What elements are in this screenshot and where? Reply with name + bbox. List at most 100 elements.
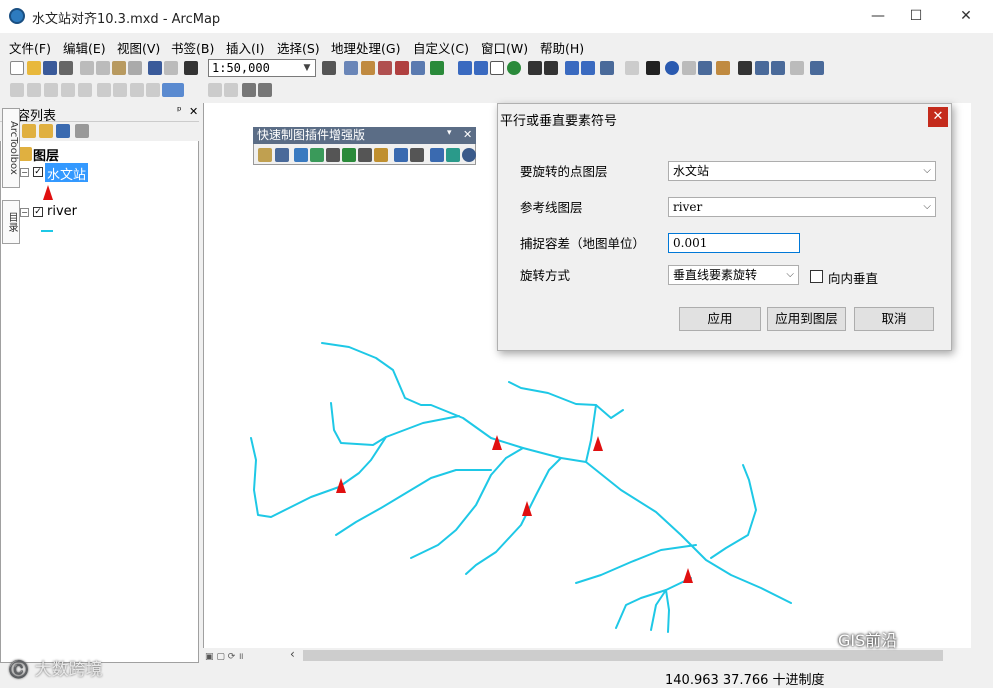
toc-layer-river[interactable]: river [47,204,77,219]
menu-view[interactable]: 视图(V) [117,38,160,57]
point-layer-select[interactable]: 水文站 ⌵ [668,161,936,181]
toc-root-layers[interactable]: 图层 [33,145,59,164]
back-extent-icon[interactable] [565,61,579,75]
dialog-close-button[interactable]: ✕ [928,107,948,127]
list-by-visibility-icon[interactable] [39,124,53,138]
select-elements-icon[interactable] [646,61,660,75]
quick-mapping-toolbar-title[interactable]: 快速制图插件增强版 [253,127,476,144]
layer-visibility-checkbox[interactable]: ✓ [33,167,43,177]
plugin-tool-icon[interactable] [410,148,424,162]
ref-layer-select[interactable]: river ⌵ [668,197,936,217]
tab-arctoolbox[interactable]: ArcToolbox [2,108,20,188]
find-binoculars-icon[interactable] [738,61,752,75]
toolbar-close-icon[interactable]: ✕ [463,128,472,141]
delete-icon[interactable] [128,61,142,75]
copy-icon[interactable] [96,61,110,75]
menu-selection[interactable]: 选择(S) [277,38,320,57]
plugin-tool-icon[interactable] [462,148,476,162]
search-window-icon[interactable] [395,61,409,75]
fixed-zoom-in-icon[interactable] [528,61,542,75]
plugin-tool-icon[interactable] [358,148,372,162]
layout-tool2-icon[interactable] [258,83,272,97]
clear-selection-icon[interactable] [625,61,639,75]
plugin-tool-icon[interactable] [275,148,289,162]
measure-icon[interactable] [716,61,730,75]
fixed-zoom-out-icon[interactable] [544,61,558,75]
plugin-tool-icon[interactable] [294,148,308,162]
plugin-tool-icon[interactable] [446,148,460,162]
snap-vertex-icon[interactable] [27,83,41,97]
view-switch-icons[interactable]: ▣ ▢ ⟳ ॥ [205,649,285,662]
menu-customize[interactable]: 自定义(C) [413,38,469,57]
layout-page-icon[interactable] [208,83,222,97]
scroll-left-icon[interactable]: ‹ [290,647,295,661]
inward-checkbox[interactable] [810,270,823,283]
snap-point-icon[interactable] [78,83,92,97]
plugin-tool-icon[interactable] [342,148,356,162]
html-popup-icon[interactable] [698,61,712,75]
layout-extent-icon[interactable] [130,83,144,97]
layout-pan-icon[interactable] [113,83,127,97]
zoom-out-icon[interactable] [474,61,488,75]
layout-zoom-percent-icon[interactable] [162,83,184,97]
plugin-tool-icon[interactable] [374,148,388,162]
plugin-tool-icon[interactable] [326,148,340,162]
menu-help[interactable]: 帮助(H) [540,38,584,57]
expand-layer-icon[interactable]: − [20,168,29,177]
find-route-icon[interactable] [755,61,769,75]
add-data-icon[interactable] [184,61,198,75]
pin-icon[interactable]: ᵖ [177,104,182,117]
toc-layer-stations[interactable]: 水文站 [45,163,89,183]
pan-hand-icon[interactable] [490,61,504,75]
layout-actual-icon[interactable] [146,83,160,97]
select-features-icon[interactable] [600,61,614,75]
menu-windows[interactable]: 窗口(W) [481,38,528,57]
menu-edit[interactable]: 编辑(E) [63,38,106,57]
snap-icon[interactable] [10,83,24,97]
viewer-window-icon[interactable] [810,61,824,75]
plugin-tool-icon[interactable] [310,148,324,162]
tolerance-input[interactable]: 0.001 [668,233,800,253]
model-builder-icon[interactable] [430,61,444,75]
plugin-tool-icon[interactable] [394,148,408,162]
redo-icon[interactable] [164,61,178,75]
menu-geoprocessing[interactable]: 地理处理(G) [331,38,400,57]
menu-insert[interactable]: 插入(I) [226,38,264,57]
list-by-source-icon[interactable] [22,124,36,138]
cut-icon[interactable] [80,61,94,75]
menu-file[interactable]: 文件(F) [9,38,51,57]
scroll-thumb[interactable] [303,650,943,661]
toc-close-icon[interactable]: ✕ [189,105,198,118]
chevron-down-icon[interactable]: ▼ [300,60,314,76]
cancel-button[interactable]: 取消 [854,307,934,331]
apply-button[interactable]: 应用 [679,307,761,331]
layout-zoom-icon[interactable] [97,83,111,97]
time-slider-icon[interactable] [790,61,804,75]
layout-tool-icon[interactable] [242,83,256,97]
identify-icon[interactable] [665,61,679,75]
toolbox-icon[interactable] [378,61,392,75]
table-icon[interactable] [344,61,358,75]
plugin-tool-icon[interactable] [430,148,444,162]
menu-bookmarks[interactable]: 书签(B) [171,38,214,57]
goto-xy-icon[interactable] [771,61,785,75]
print-icon[interactable] [59,61,73,75]
tab-catalog[interactable]: 目录 [2,200,20,244]
list-by-selection-icon[interactable] [56,124,70,138]
expand-layer-icon[interactable]: − [20,208,29,217]
layout-page2-icon[interactable] [224,83,238,97]
layer-visibility-checkbox[interactable]: ✓ [33,207,43,217]
undo-icon[interactable] [148,61,162,75]
forward-extent-icon[interactable] [581,61,595,75]
catalog-icon[interactable] [361,61,375,75]
editor-icon[interactable] [322,61,336,75]
open-folder-icon[interactable] [27,61,41,75]
snap-edge-icon[interactable] [44,83,58,97]
new-document-icon[interactable] [10,61,24,75]
close-button[interactable]: ✕ [943,0,989,33]
apply-to-layer-button[interactable]: 应用到图层 [767,307,846,331]
paste-icon[interactable] [112,61,126,75]
hyperlink-icon[interactable] [682,61,696,75]
toolbar-menu-arrow-icon[interactable]: ▾ [447,128,452,138]
save-icon[interactable] [43,61,57,75]
